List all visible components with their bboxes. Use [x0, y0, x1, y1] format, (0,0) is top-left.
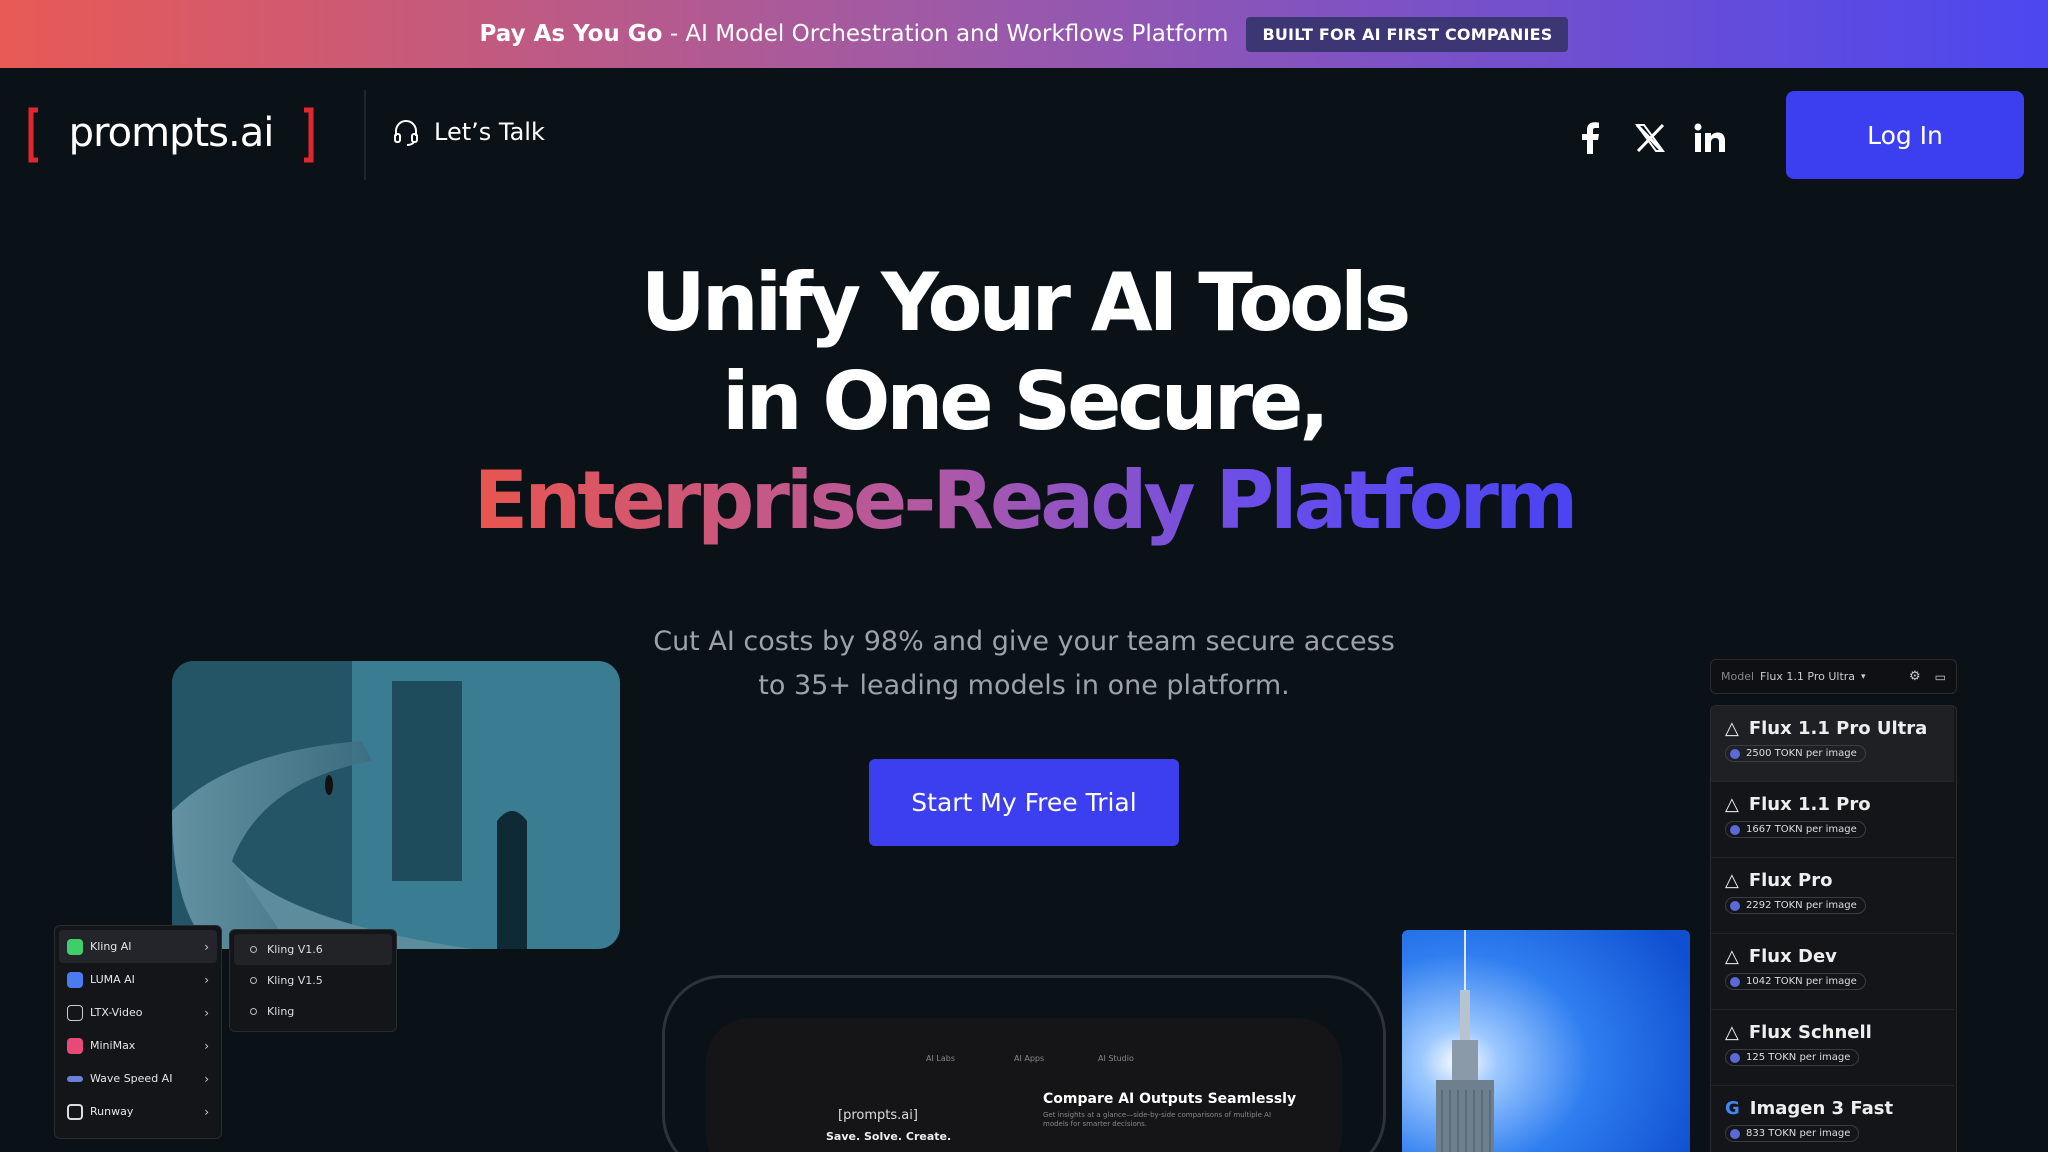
model-item[interactable]: △ Flux 1.1 Pro 1667 TOKN per image [1711, 782, 1954, 858]
provider-item-minimax[interactable]: MiniMax › [59, 1029, 217, 1062]
provider-item-wavespeed[interactable]: Wave Speed AI › [59, 1062, 217, 1095]
preview-tab-ai-labs[interactable]: AI Labs [926, 1054, 955, 1063]
model-selector[interactable]: Model Flux 1.1 Pro Ultra ▾ ⚙ ▭ [1710, 659, 1957, 694]
hero-line-2: in One Secure, [722, 355, 1330, 448]
model-item[interactable]: G Imagen 3 Fast 833 TOKN per image [1711, 1086, 1954, 1152]
preview-body: Get insights at a glance—side-by-side co… [1043, 1111, 1272, 1129]
model-item[interactable]: △ Flux 1.1 Pro Ultra 2500 TOKN per image [1711, 706, 1954, 782]
chevron-right-icon: › [204, 939, 209, 954]
preview-heading: Compare AI Outputs Seamlessly [1043, 1091, 1297, 1107]
model-list: △ Flux 1.1 Pro Ultra 2500 TOKN per image … [1710, 705, 1957, 1152]
minimax-icon [67, 1037, 83, 1054]
provider-item-luma[interactable]: LUMA AI › [59, 963, 217, 996]
flux-icon: △ [1725, 794, 1739, 815]
settings-icon[interactable]: ⚙ [1909, 669, 1921, 684]
lets-talk-label: Let’s Talk [434, 118, 545, 146]
flux-icon: △ [1725, 718, 1739, 739]
chevron-right-icon: › [204, 972, 209, 987]
chevron-right-icon: › [204, 1038, 209, 1053]
logo-text: prompts.ai [69, 110, 274, 156]
preview-tab-ai-studio[interactable]: AI Studio [1098, 1054, 1134, 1063]
provider-item-kling[interactable]: Kling AI › [59, 930, 217, 963]
login-button[interactable]: Log In [1786, 91, 2024, 179]
kling-version-menu: Kling V1.6 Kling V1.5 Kling [229, 929, 397, 1032]
chat-icon[interactable]: ▭ [1935, 670, 1946, 684]
flux-icon: △ [1725, 1022, 1739, 1043]
model-item[interactable]: △ Flux Pro 2292 TOKN per image [1711, 858, 1954, 934]
flux-icon: △ [1725, 946, 1739, 967]
promo-banner: Pay As You Go - AI Model Orchestration a… [0, 0, 2048, 68]
luma-icon [67, 971, 83, 988]
chevron-right-icon: › [204, 1071, 209, 1086]
model-selected: Flux 1.1 Pro Ultra [1760, 670, 1856, 683]
facebook-icon[interactable] [1570, 118, 1610, 158]
wavespeed-icon [67, 1075, 83, 1082]
radio-icon [250, 946, 257, 953]
model-item[interactable]: △ Flux Dev 1042 TOKN per image [1711, 934, 1954, 1010]
chevron-right-icon: › [204, 1104, 209, 1119]
cost-badge: 1667 TOKN per image [1725, 821, 1866, 838]
lets-talk-link[interactable]: Let’s Talk [392, 118, 545, 146]
runway-icon [67, 1103, 83, 1120]
token-icon [1730, 748, 1740, 759]
version-item[interactable]: Kling [234, 996, 392, 1027]
device-screen [706, 1018, 1342, 1152]
flux-icon: △ [1725, 870, 1739, 891]
preview-tagline: Save. Solve. Create. [826, 1130, 952, 1143]
provider-menu: Kling AI › LUMA AI › LTX-Video › MiniMax › W… [54, 925, 222, 1139]
banner-title: Pay As You Go - AI Model Orchestration a… [479, 21, 1229, 47]
empire-state-image [1402, 930, 1690, 1152]
banner-badge: BUILT FOR AI FIRST COMPANIES [1246, 16, 1569, 52]
preview-logo: [prompts.ai] [838, 1108, 918, 1123]
hero-subtitle-1: Cut AI costs by 98% and give your team s… [653, 626, 1395, 657]
provider-item-runway[interactable]: Runway › [59, 1095, 217, 1128]
headset-icon [394, 120, 418, 146]
prompts-ai-logo[interactable]: prompts.ai [28, 106, 314, 164]
preview-tab-ai-apps[interactable]: AI Apps [1014, 1054, 1044, 1063]
cost-badge: 125 TOKN per image [1725, 1049, 1860, 1066]
start-trial-button[interactable]: Start My Free Trial [869, 759, 1179, 846]
linkedin-icon[interactable] [1690, 118, 1730, 158]
ltx-icon [67, 1004, 83, 1021]
cost-badge: 2500 TOKN per image [1725, 745, 1866, 762]
model-label: Model [1721, 670, 1755, 683]
chevron-down-icon: ▾ [1861, 671, 1866, 682]
token-icon [1730, 976, 1740, 987]
staircase-image [172, 661, 620, 949]
token-icon [1730, 900, 1740, 911]
chevron-right-icon: › [204, 1005, 209, 1020]
cost-badge: 2292 TOKN per image [1725, 897, 1866, 914]
cost-badge: 1042 TOKN per image [1725, 973, 1866, 990]
cost-badge: 833 TOKN per image [1725, 1125, 1860, 1142]
token-icon [1730, 1052, 1740, 1063]
header-divider [364, 90, 366, 180]
kling-icon [67, 938, 83, 955]
token-icon [1730, 1128, 1740, 1139]
provider-item-ltx[interactable]: LTX-Video › [59, 996, 217, 1029]
radio-icon [250, 977, 257, 984]
model-item[interactable]: △ Flux Schnell 125 TOKN per image [1711, 1010, 1954, 1086]
version-item[interactable]: Kling V1.6 [234, 934, 392, 965]
token-icon [1730, 824, 1740, 835]
version-item[interactable]: Kling V1.5 [234, 965, 392, 996]
hero-line-3: Enterprise-Ready Platform [0, 461, 2048, 541]
google-icon: G [1725, 1098, 1740, 1119]
radio-icon [250, 1008, 257, 1015]
x-icon[interactable] [1630, 118, 1670, 158]
hero-gradient-text: Enterprise-Ready Platform [473, 454, 1579, 547]
hero-line-1: Unify Your AI Tools [640, 256, 1411, 349]
